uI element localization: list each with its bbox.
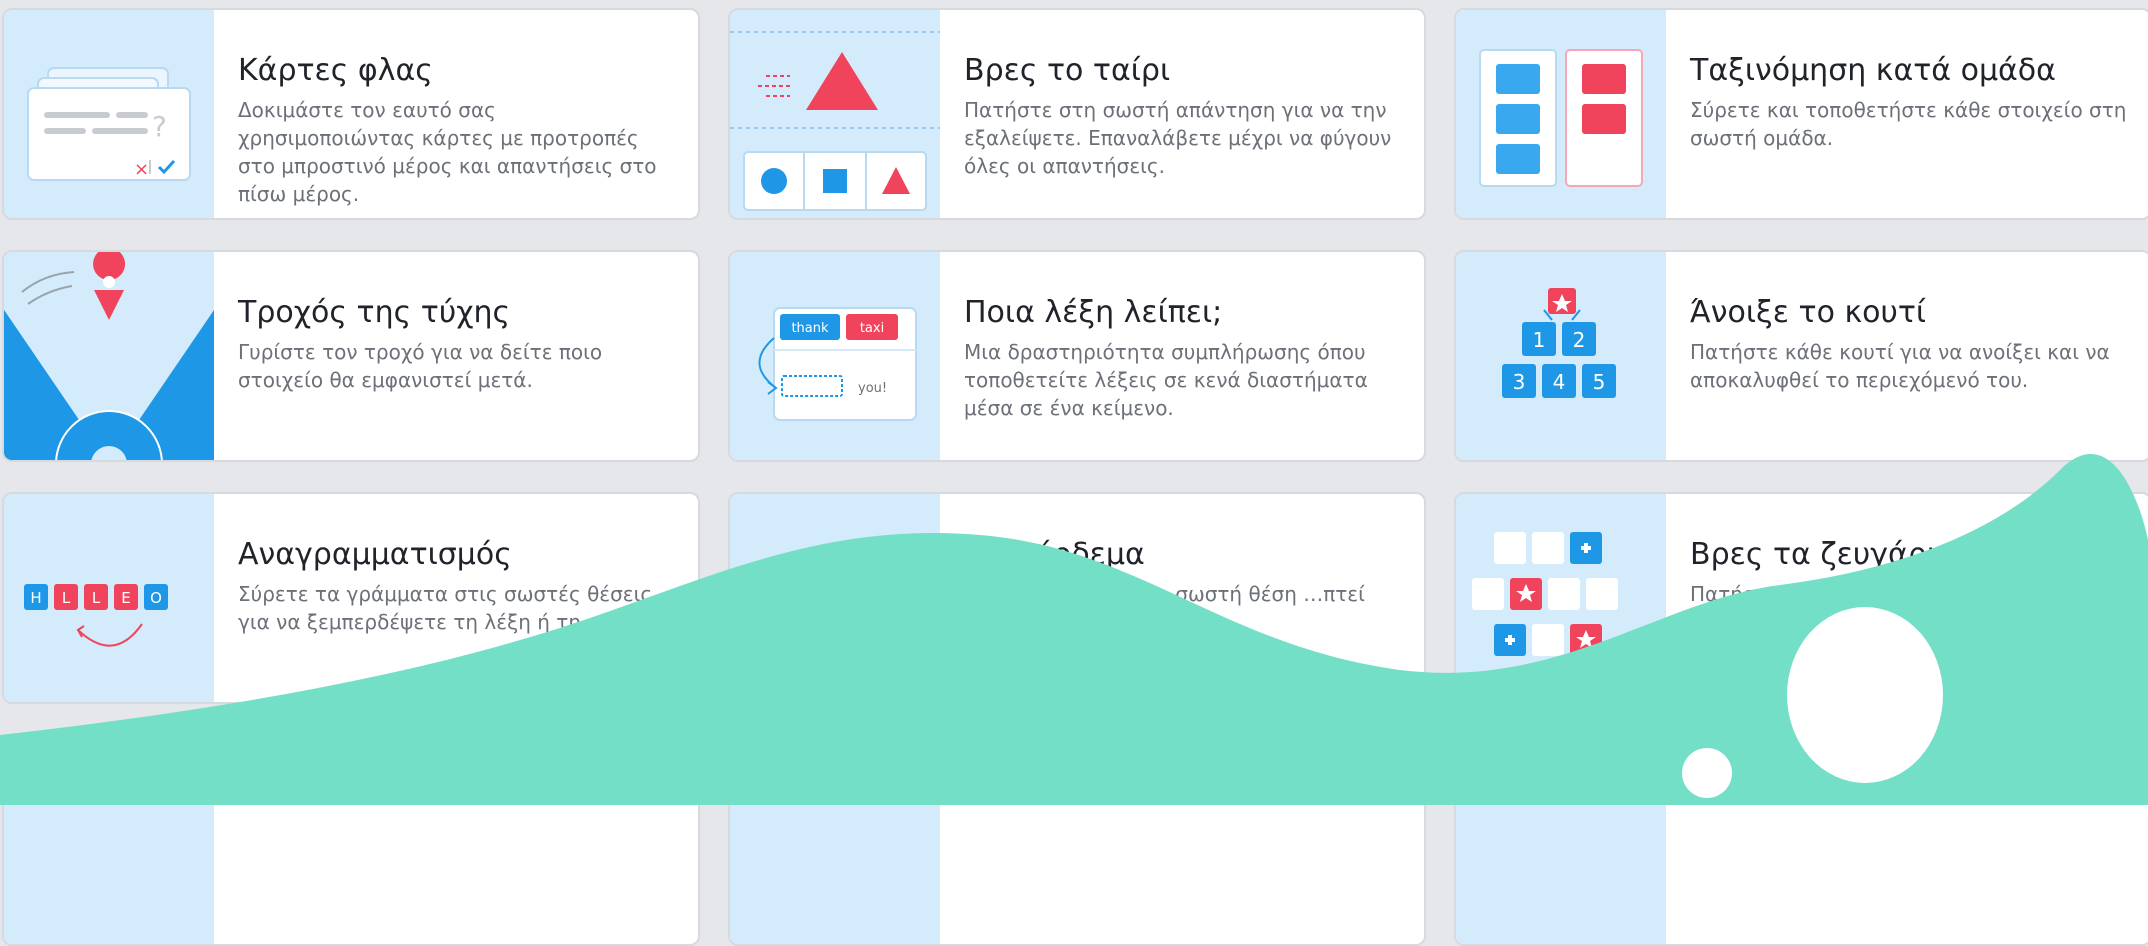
decorative-wave: [0, 454, 2148, 805]
